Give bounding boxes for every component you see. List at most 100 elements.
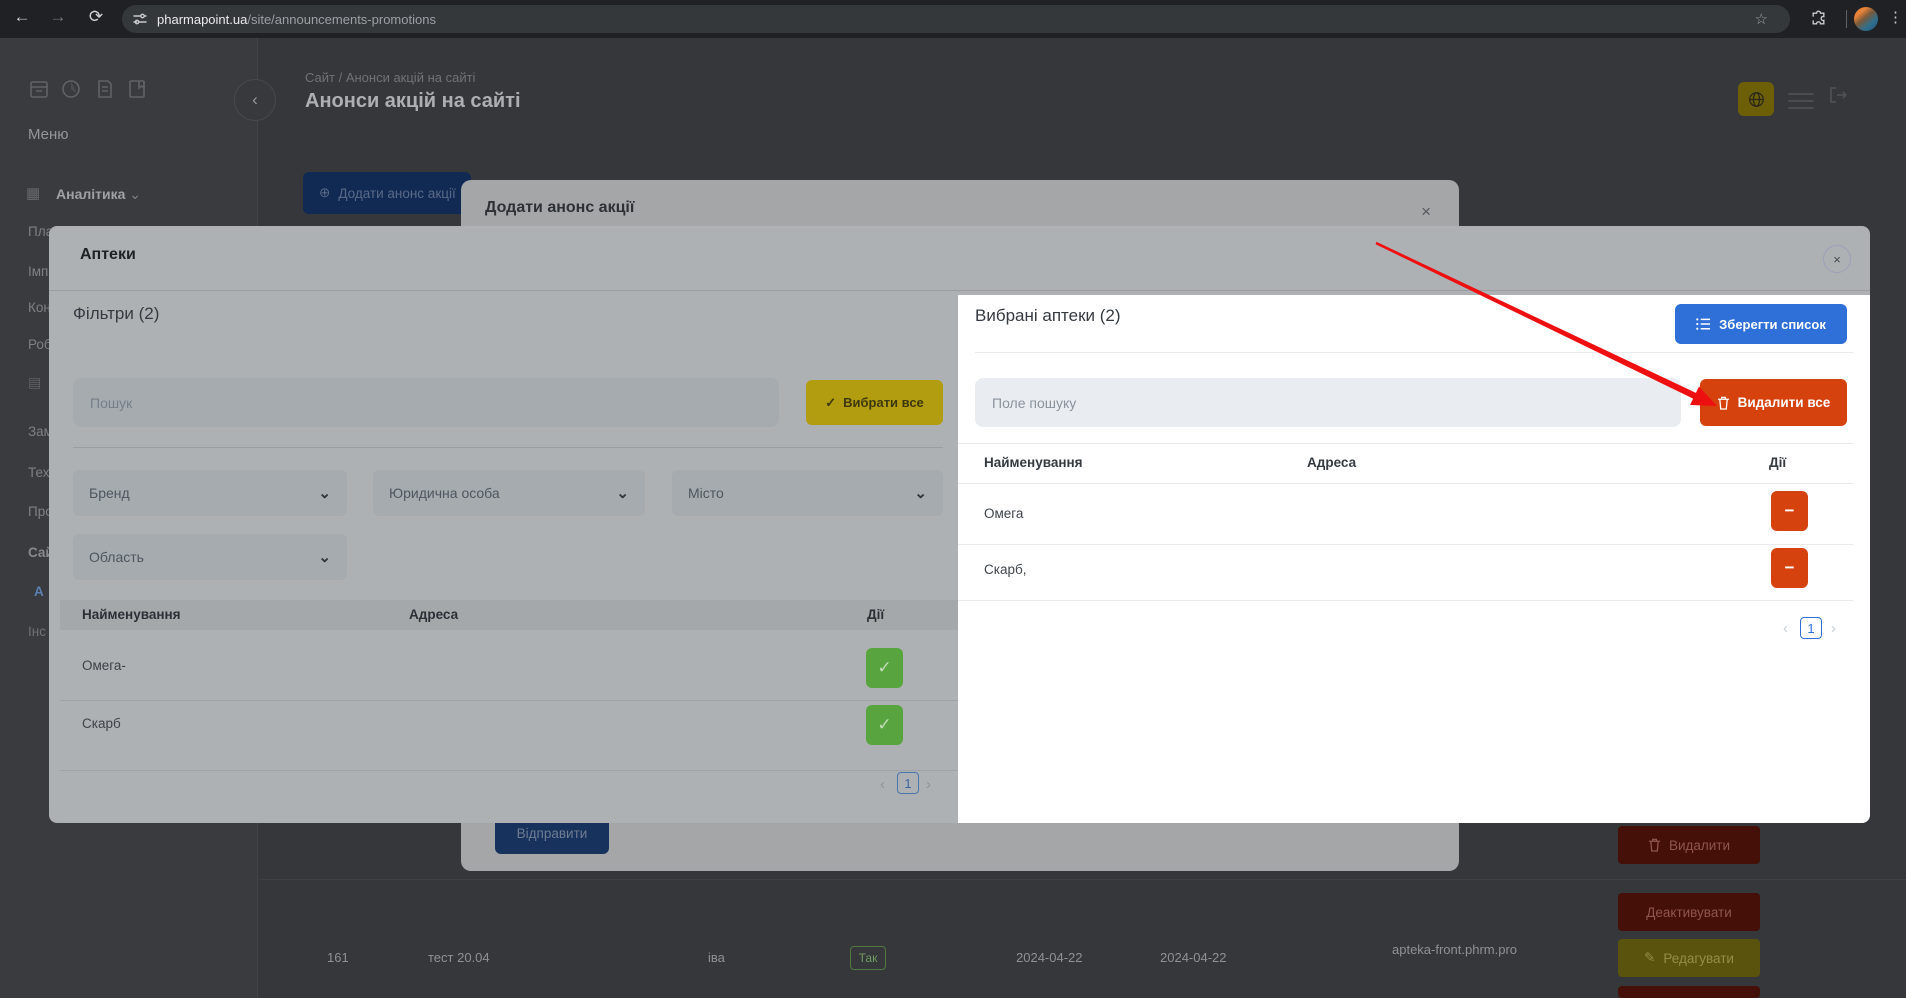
col-header-name: Найменування [984,455,1083,470]
next-page-icon[interactable]: › [1831,620,1836,637]
sidebar-item-1[interactable]: Імп [28,264,48,279]
delete-button[interactable]: Видалити [1618,826,1760,864]
table-row-name: Омега [984,506,1024,521]
url-path: /site/announcements-promotions [247,11,436,27]
row-cell-id: 161 [327,950,349,965]
table-row-name: Скарб [82,716,121,731]
col-header-actions: Дії [867,607,885,622]
remove-row-button[interactable]: − [1771,491,1808,531]
sidebar-menu-heading: Меню [28,126,69,143]
pie-chart-icon[interactable] [60,78,82,105]
chevron-down-icon: ⌄ [318,485,331,502]
select-row-button[interactable]: ✓ [866,705,903,745]
archive-icon[interactable] [28,78,50,105]
breadcrumb: Сайт / Анонси акцій на сайті [305,70,476,85]
filters-heading: Фільтри (2) [73,304,160,323]
site-info-icon[interactable] [132,11,148,27]
url-domain: pharmapoint.ua [157,11,248,27]
extensions-icon[interactable] [1810,10,1827,32]
page-number[interactable]: 1 [897,772,919,794]
add-modal-close-icon[interactable]: × [1421,202,1431,222]
row-divider [60,700,958,701]
select-row-button[interactable]: ✓ [866,648,903,688]
brand-dropdown[interactable]: Бренд ⌄ [73,470,347,516]
select-all-button[interactable]: ✓ Вибрати все [806,380,943,425]
filters-divider [73,447,943,448]
row-divider [958,483,1853,484]
region-dropdown[interactable]: Область ⌄ [73,534,347,580]
back-icon[interactable]: ← [10,7,34,27]
add-announcement-button[interactable]: ⊕ Додати анонс акції [303,172,471,214]
row-cell-site: apteka-front.phrm.pro [1392,942,1518,957]
analytics-grid-icon: ▦ [26,185,41,202]
address-bar[interactable]: pharmapoint.ua/site/announcements-promot… [122,5,1790,33]
table-row-name: Скарб, [984,562,1027,577]
table-divider [259,879,1906,880]
add-modal-title: Додати анонс акції [485,199,635,216]
pencil-icon: ✎ [1644,950,1656,965]
col-header-address: Адреса [1307,455,1357,470]
sidebar-item-9[interactable]: Інс [28,624,46,639]
reload-icon[interactable]: ⟳ [84,7,108,27]
forward-icon[interactable]: → [46,7,70,27]
trash-icon [1717,396,1729,410]
chevron-down-icon: ⌄ [914,485,927,502]
chrome-divider [1846,10,1847,28]
page-title: Анонси акцій на сайті [305,90,521,112]
document-icon[interactable] [94,78,116,105]
remove-row-button[interactable]: − [1771,548,1808,588]
book-icon[interactable] [126,78,148,105]
prev-page-icon[interactable]: ‹ [880,776,885,793]
city-dropdown[interactable]: Місто ⌄ [672,470,943,516]
hamburger-menu-icon[interactable] [1788,88,1814,114]
page-number[interactable]: 1 [1800,617,1822,639]
action-button-partial[interactable] [1618,986,1760,998]
filters-table-header [60,600,958,630]
chrome-menu-icon[interactable]: ⋮ [1888,8,1903,26]
row-cell-name: тест 20.04 [428,950,490,965]
deactivate-button[interactable]: Деактивувати [1618,893,1760,931]
selected-search-input[interactable] [975,378,1681,427]
sidebar-item-2[interactable]: Кон [28,300,51,315]
prev-page-icon[interactable]: ‹ [1783,620,1788,637]
col-header-actions: Дії [1769,455,1787,470]
browser-chrome: ← → ⟳ pharmapoint.ua/site/announcements-… [0,0,1906,38]
chevron-down-icon: ⌄ [318,549,331,566]
chevron-down-icon: ⌄ [616,485,629,502]
list-icon [1696,318,1711,330]
profile-avatar[interactable] [1854,7,1878,31]
save-list-button[interactable]: Зберегти список [1675,304,1847,344]
sidebar-item-8-active[interactable]: А [34,584,44,599]
delete-all-button[interactable]: Видалити все [1700,379,1847,426]
sidebar-item-analytics[interactable]: Аналітика ⌄ [56,186,141,203]
row-divider [60,770,958,771]
sidebar-collapse-button[interactable]: ‹ [234,79,276,121]
modal-divider [49,290,1870,291]
pharmacies-modal-title: Аптеки [80,246,136,263]
selected-pharmacies-panel: Вибрані аптеки (2) Зберегти список Видал… [958,295,1870,823]
logout-icon[interactable] [1828,86,1848,109]
check-icon: ✓ [825,394,837,410]
settings-globe-button[interactable] [1738,82,1774,116]
row-cell-user: іва [708,950,725,965]
url-text[interactable]: pharmapoint.ua/site/announcements-promot… [157,12,436,27]
selected-heading: Вибрані аптеки (2) [975,306,1121,325]
filters-search-input[interactable] [73,378,779,427]
row-divider [958,544,1853,545]
row-cell-date-start: 2024-04-22 [1016,950,1083,965]
table-row-name: Омега- [82,658,126,673]
status-badge: Так [850,946,886,970]
sidebar-list-icon[interactable]: ▤ [28,374,41,391]
row-divider [958,600,1853,601]
sidebar-item-5[interactable]: Тех [28,465,49,480]
row-cell-date-end: 2024-04-22 [1160,950,1227,965]
pharmacies-modal-close-icon[interactable]: × [1823,245,1851,273]
legal-entity-dropdown[interactable]: Юридична особа ⌄ [373,470,645,516]
edit-button[interactable]: ✎ Редагувати [1618,939,1760,977]
trash-icon [1648,838,1661,852]
bookmark-star-icon[interactable]: ☆ [1755,10,1768,28]
next-page-icon[interactable]: › [926,776,931,793]
panel-divider [975,352,1853,353]
row-divider [958,443,1853,444]
col-header-name: Найменування [82,607,181,622]
